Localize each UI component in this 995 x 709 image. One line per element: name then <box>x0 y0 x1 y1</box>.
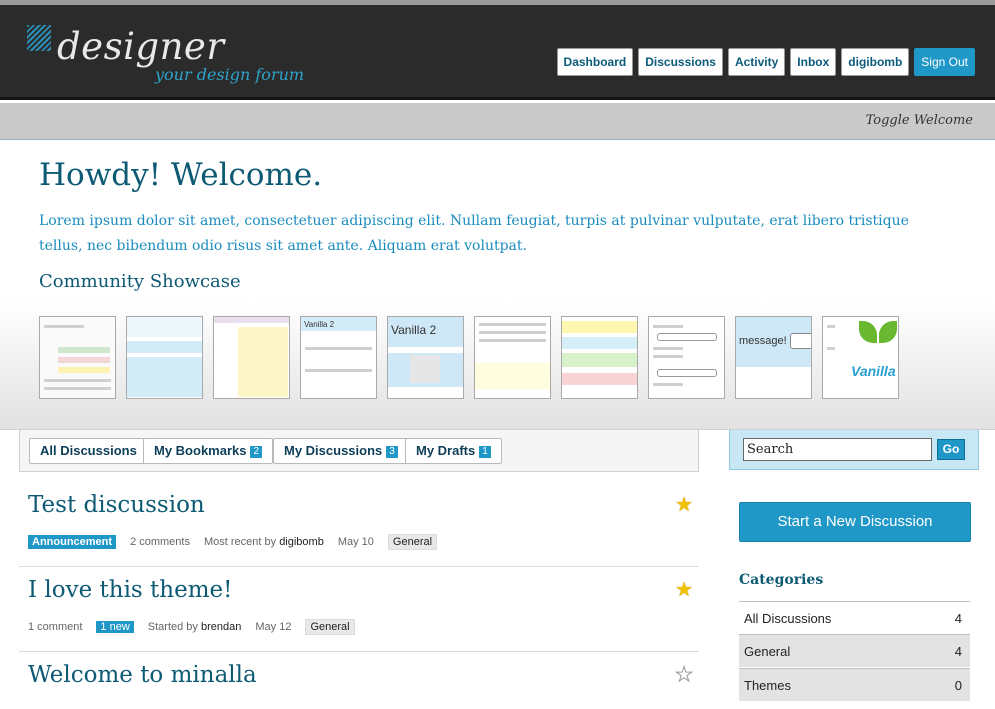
showcase-thumbnail[interactable]: Vanilla 2 <box>387 316 464 399</box>
category-item-all-discussions[interactable]: All Discussions 4 <box>739 601 970 634</box>
category-item-general[interactable]: General 4 <box>739 634 970 667</box>
user-link[interactable]: brendan <box>201 621 241 633</box>
discussion-date: May 12 <box>255 621 292 633</box>
welcome-title: Howdy! Welcome. <box>39 157 323 193</box>
showcase-thumbnail[interactable]: Vanilla 2 <box>300 316 377 399</box>
user-link[interactable]: digibomb <box>279 536 324 548</box>
site-logo[interactable]: designer <box>57 27 225 67</box>
start-new-discussion-button[interactable]: Start a New Discussion <box>739 502 971 542</box>
star-icon[interactable]: ★ <box>675 664 694 685</box>
tab-my-discussions[interactable]: My Discussions 3 <box>273 438 409 464</box>
category-name: All Discussions <box>744 611 832 626</box>
toggle-welcome-link[interactable]: Toggle Welcome <box>866 113 973 128</box>
last-activity: Most recent by digibomb <box>204 536 324 548</box>
sign-out-button[interactable]: Sign Out <box>914 48 975 76</box>
tab-all-discussions[interactable]: All Discussions <box>29 438 148 464</box>
category-count: 4 <box>954 611 962 626</box>
drafts-count-badge: 1 <box>479 446 491 458</box>
new-comments-badge: 1 new <box>96 621 134 633</box>
showcase-thumbnail[interactable] <box>213 316 290 399</box>
discussion-item: Test discussion ★ Announcement 2 comment… <box>19 482 699 567</box>
discussion-item: I love this theme! ★ 1 comment 1 new Sta… <box>19 567 699 652</box>
showcase-thumbnail[interactable] <box>561 316 638 399</box>
announcement-badge: Announcement <box>28 535 117 549</box>
nav-profile-button[interactable]: digibomb <box>841 48 910 76</box>
comment-count: 2 comments <box>130 536 190 548</box>
discussion-meta: 1 comment 1 new Started by brendan May 1… <box>28 619 369 635</box>
category-tag[interactable]: General <box>305 619 355 635</box>
discussion-title[interactable]: Test discussion <box>28 492 205 518</box>
showcase-thumbnail[interactable] <box>648 316 725 399</box>
discussion-title[interactable]: I love this theme! <box>28 577 232 603</box>
star-icon[interactable]: ★ <box>675 579 693 599</box>
tab-label: All Discussions <box>40 443 137 458</box>
activity-label: Most recent by <box>203 536 277 548</box>
categories-heading: Categories <box>739 572 824 588</box>
nav-dashboard-button[interactable]: Dashboard <box>556 48 634 76</box>
site-header: designer your design forum Dashboard Dis… <box>0 5 995 100</box>
search-input[interactable] <box>743 438 932 461</box>
showcase-thumbnail[interactable]: message! <box>735 316 812 399</box>
showcase-thumbnail[interactable] <box>474 316 551 399</box>
discussion-filters: All Discussions My Bookmarks 2 My Discuss… <box>19 430 699 472</box>
discussion-title[interactable]: Welcome to minalla <box>28 662 257 688</box>
activity-label: Started by <box>147 621 198 633</box>
tab-my-drafts[interactable]: My Drafts 1 <box>405 438 502 464</box>
discussion-meta: Announcement 2 comments Most recent by d… <box>28 534 451 550</box>
bookmarks-count-badge: 2 <box>250 446 263 458</box>
nav-discussions-button[interactable]: Discussions <box>638 48 723 76</box>
tab-label: My Discussions <box>284 443 383 458</box>
welcome-text: Lorem ipsum dolor sit amet, consectetuer… <box>39 213 909 254</box>
discussions-count-badge: 3 <box>386 446 398 458</box>
tab-label: My Drafts <box>416 443 476 458</box>
category-name: General <box>744 644 791 659</box>
nav-activity-button[interactable]: Activity <box>727 48 786 76</box>
tab-my-bookmarks[interactable]: My Bookmarks 2 <box>143 438 274 464</box>
discussion-date: May 10 <box>337 536 374 548</box>
showcase-thumbnail[interactable]: Vanilla <box>822 316 899 399</box>
nav-inbox-button[interactable]: Inbox <box>790 48 837 76</box>
welcome-panel: Howdy! Welcome. Lorem ipsum dolor sit am… <box>0 141 995 430</box>
top-nav: Dashboard Discussions Activity Inbox dig… <box>556 48 975 76</box>
discussion-item: Welcome to minalla ★ <box>19 652 699 709</box>
showcase-title: Community Showcase <box>39 271 241 292</box>
logo-mark-icon <box>27 25 51 51</box>
last-activity: Started by brendan <box>148 621 242 633</box>
category-item-themes[interactable]: Themes 0 <box>739 668 970 701</box>
tab-label: My Bookmarks <box>154 443 247 458</box>
star-icon[interactable]: ★ <box>675 494 693 514</box>
category-count: 0 <box>954 678 962 693</box>
category-name: Themes <box>744 678 791 693</box>
comment-count: 1 comment <box>28 621 83 633</box>
toggle-bar: Toggle Welcome <box>0 103 995 140</box>
category-count: 4 <box>954 644 962 659</box>
site-tagline: your design forum <box>155 65 305 84</box>
search-go-button[interactable]: Go <box>937 439 965 460</box>
search-box: Go <box>729 430 979 470</box>
showcase-thumbnail[interactable] <box>126 316 203 399</box>
showcase-thumbnails: Vanilla 2 Vanilla 2 message! Vanilla <box>39 316 899 399</box>
category-tag[interactable]: General <box>387 534 438 550</box>
showcase-thumbnail[interactable] <box>39 316 116 399</box>
